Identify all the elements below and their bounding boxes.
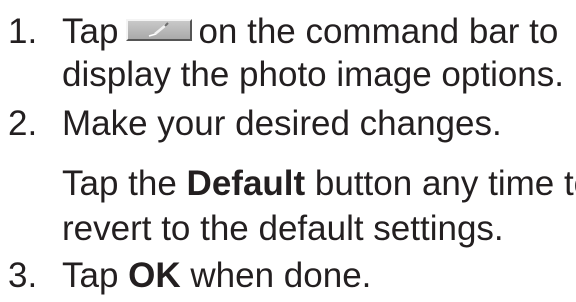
step-2-line-1: Make your desired changes.	[62, 104, 502, 143]
edit-pencil-icon	[126, 19, 193, 41]
step-3-number: 3.	[8, 256, 38, 295]
step-2-note-line-1: Tap the Default button any time to	[62, 164, 576, 204]
default-button-name: Default	[186, 164, 306, 203]
ok-button-name: OK	[128, 256, 181, 295]
step-2-number: 2.	[8, 104, 38, 143]
step-2-note-post: button any time to	[314, 164, 576, 203]
step-2-note-pre: Tap the	[62, 164, 177, 203]
step-1-line-1: Tap on the command bar to	[62, 12, 558, 52]
step-3-tap-text: Tap	[62, 256, 119, 295]
step-2-note-line-2: revert to the default settings.	[62, 209, 504, 248]
step-3-line-1: Tap OK when done.	[62, 256, 371, 296]
step-1-tap-text: Tap	[62, 12, 119, 51]
step-1-line-2: display the photo image options.	[62, 55, 564, 94]
step-3-rest-text: when done.	[190, 256, 372, 295]
step-1-rest-text: on the command bar to	[198, 12, 559, 51]
step-1-number: 1.	[8, 12, 38, 51]
